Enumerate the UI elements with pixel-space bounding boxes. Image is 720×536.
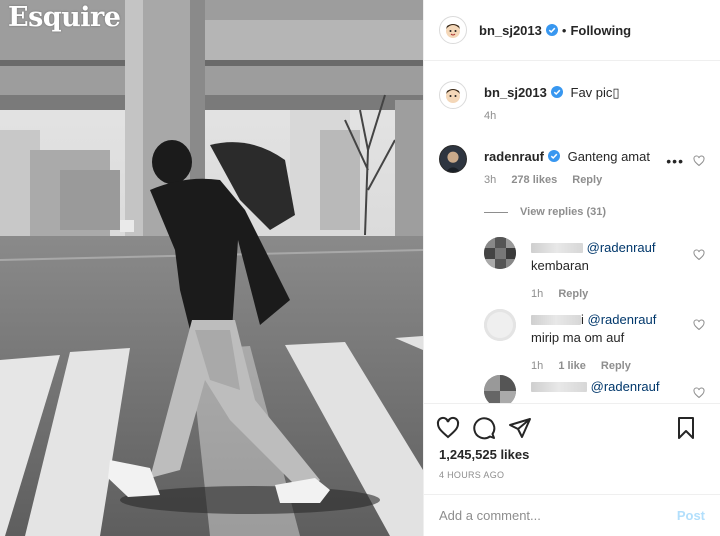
post-footer: 1,245,525 likes 4 HOURS AGO Post <box>424 403 720 536</box>
caption-username[interactable]: bn_sj2013 <box>484 85 547 100</box>
reply-time[interactable]: 1h <box>531 288 543 300</box>
comment-input[interactable] <box>439 508 677 523</box>
comment-icon[interactable] <box>472 416 496 440</box>
reply-likes[interactable]: 1 like <box>558 360 586 372</box>
avatar-face-icon <box>446 89 460 103</box>
photo-illustration <box>0 0 423 536</box>
add-comment-bar: Post <box>424 494 720 536</box>
post-comment-button[interactable]: Post <box>677 508 705 523</box>
reply-mention[interactable]: @radenrauf <box>587 240 656 255</box>
comment-options-icon[interactable]: ••• <box>666 153 684 169</box>
view-replies-label: View replies (31) <box>520 206 607 218</box>
reply-avatar-blurred[interactable] <box>484 237 516 269</box>
redacted-username <box>531 243 583 253</box>
pixelated-avatar-icon <box>484 309 516 341</box>
heart-icon[interactable] <box>436 416 460 440</box>
reply-like-heart-icon[interactable] <box>693 319 705 331</box>
post-photo[interactable]: Esquire <box>0 0 423 536</box>
verified-badge-icon <box>547 150 560 162</box>
reply-mention[interactable]: @radenrauf <box>591 379 660 394</box>
reply: i @radenrauf mirip ma om auf 1h 1 like R… <box>531 311 690 372</box>
caption-author-avatar[interactable] <box>439 81 467 109</box>
comment-like-heart-icon[interactable] <box>693 155 705 167</box>
replies-divider-line <box>484 211 508 213</box>
commenter-avatar[interactable] <box>439 145 467 173</box>
post-time-ago[interactable]: 4 HOURS AGO <box>424 470 720 480</box>
reply-text: mirip ma om auf <box>531 330 625 345</box>
following-button[interactable]: Following <box>570 23 631 38</box>
reply-reply-button[interactable]: Reply <box>601 360 631 372</box>
action-bar <box>424 403 720 451</box>
comment-reply-button[interactable]: Reply <box>572 174 602 186</box>
caption: bn_sj2013 Fav pic▯ 4h <box>484 84 705 122</box>
redacted-username <box>531 315 581 325</box>
pixelated-avatar-icon <box>484 375 516 403</box>
reply-avatar-blurred[interactable] <box>484 375 516 403</box>
reply-like-heart-icon[interactable] <box>693 249 705 261</box>
reply-avatar-blurred[interactable] <box>484 309 516 341</box>
avatar-photo-icon <box>440 146 466 172</box>
header-separator: • <box>561 22 567 38</box>
reply-text: kembaran <box>531 258 589 273</box>
avatar-face-icon <box>446 24 460 38</box>
comment-time[interactable]: 3h <box>484 174 496 186</box>
redacted-username <box>531 382 587 392</box>
verified-badge-icon <box>550 86 563 98</box>
bookmark-icon[interactable] <box>674 416 698 440</box>
reply-mention[interactable]: @radenrauf <box>588 312 657 327</box>
verified-badge-icon <box>545 24 558 36</box>
comment-username[interactable]: radenrauf <box>484 149 544 164</box>
post-header: bn_sj2013 • Following <box>424 0 720 61</box>
comments-section[interactable]: bn_sj2013 Fav pic▯ 4h radenrauf Ganteng … <box>424 61 720 403</box>
reply-reply-button[interactable]: Reply <box>558 288 588 300</box>
comment-text: Ganteng amat <box>567 149 650 164</box>
comment-likes[interactable]: 278 likes <box>511 174 557 186</box>
reply: @radenrauf kembaran 1h Reply <box>531 239 690 300</box>
reply-like-heart-icon[interactable] <box>693 387 705 399</box>
instagram-post: Esquire bn_sj2013 • Following bn_sj2013 … <box>0 0 720 536</box>
reply-username-suffix: i <box>581 312 584 327</box>
magazine-logo: Esquire <box>8 2 121 33</box>
reply-time[interactable]: 1h <box>531 360 543 372</box>
caption-time[interactable]: 4h <box>484 110 496 122</box>
post-side-panel: bn_sj2013 • Following bn_sj2013 Fav pic▯… <box>423 0 720 536</box>
reply: @radenrauf <box>531 378 690 396</box>
author-username[interactable]: bn_sj2013 <box>479 23 542 38</box>
view-replies-button[interactable]: View replies (31) <box>484 206 606 218</box>
share-icon[interactable] <box>508 416 532 440</box>
pixelated-avatar-icon <box>484 237 516 269</box>
caption-text: Fav pic▯ <box>570 85 620 100</box>
author-avatar[interactable] <box>439 16 467 44</box>
